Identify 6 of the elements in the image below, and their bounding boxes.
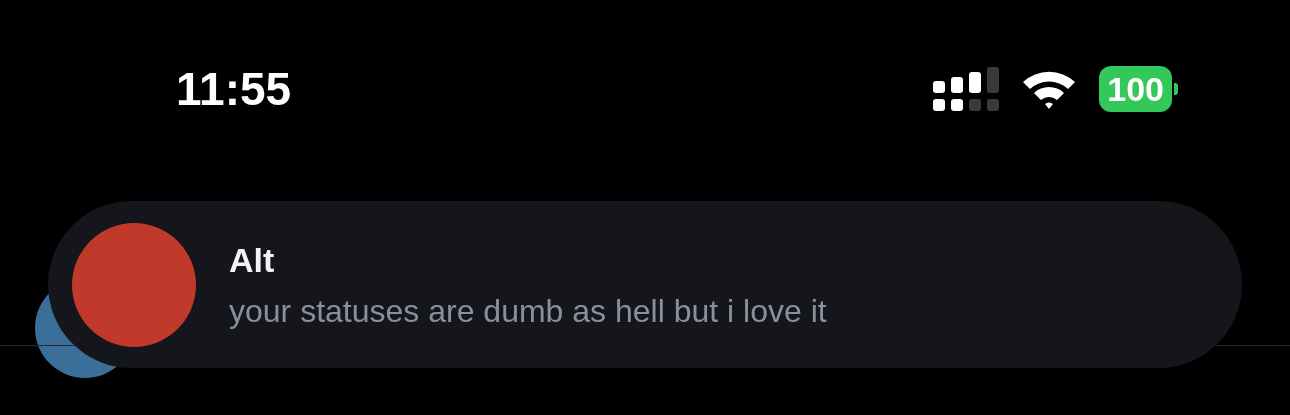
sender-name: Alt (229, 242, 276, 277)
clock-time: 11:55 (176, 66, 292, 112)
notification-message: your statuses are dumb as hell but i love it (229, 294, 827, 327)
cellular-signal-icon (933, 67, 1000, 111)
notification-banner[interactable]: Alt your statuses are dumb as hell but i love it (48, 201, 1242, 368)
battery-level: 100 (1099, 66, 1172, 112)
